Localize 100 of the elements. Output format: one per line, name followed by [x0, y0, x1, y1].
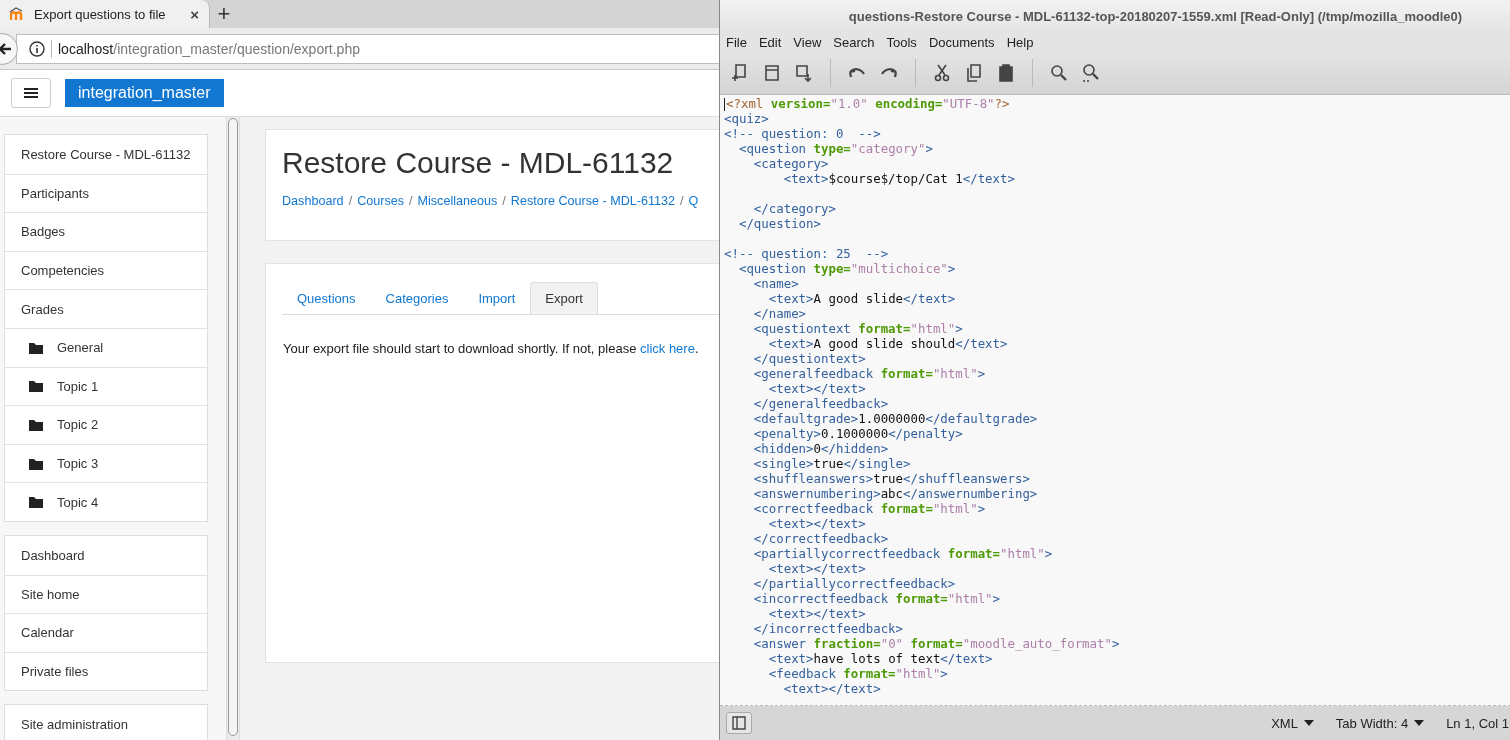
close-tab-button[interactable]: ×	[190, 5, 199, 23]
code-line: <?xml version="1.0" encoding="UTF-8"?>	[724, 96, 1011, 111]
code-line: <shuffleanswers>true</shuffleanswers>	[752, 471, 1031, 486]
breadcrumb-link[interactable]: Q	[688, 194, 699, 208]
tab[interactable]: Questions	[282, 282, 371, 314]
breadcrumb-link[interactable]: Dashboard	[282, 194, 344, 208]
nav-item[interactable]: Calendar	[5, 613, 207, 652]
nav-item[interactable]: Badges	[5, 212, 207, 251]
nav-item[interactable]: Topic 3	[5, 443, 207, 483]
code-line: </name>	[752, 306, 808, 321]
breadcrumb-link[interactable]: Restore Course - MDL-61132	[510, 194, 676, 208]
language-dropdown[interactable]: XML	[1271, 715, 1314, 731]
code-line: </correctfeedback>	[752, 531, 890, 546]
folder-icon	[29, 418, 43, 431]
code-line: </questiontext>	[752, 351, 867, 366]
nav-item[interactable]: Topic 2	[5, 405, 207, 444]
code-line: <name>	[752, 276, 800, 291]
code-line: <incorrectfeedback format="html">	[752, 591, 1002, 606]
code-line: <text></text>	[767, 606, 867, 621]
page-title: Restore Course - MDL-61132	[282, 146, 674, 180]
menu-item[interactable]: View	[793, 34, 822, 50]
code-line: <correctfeedback format="html">	[752, 501, 987, 516]
nav-item-label[interactable]: General	[57, 340, 104, 356]
code-line: <text></text>	[767, 381, 867, 396]
nav-item[interactable]: Topic 1	[5, 366, 207, 406]
code-line: <partiallycorrectfeedback format="html">	[752, 546, 1054, 561]
info-icon[interactable]	[29, 40, 45, 57]
site-name-button[interactable]: integration_master	[65, 79, 224, 107]
code-line: <text></text>	[767, 516, 867, 531]
code-line: </question>	[737, 216, 822, 233]
menu-item[interactable]: File	[726, 34, 747, 50]
menu-icon	[24, 87, 38, 99]
scrollbar[interactable]	[226, 117, 240, 740]
nav-item[interactable]: Grades	[5, 289, 207, 328]
side-panel-button[interactable]	[726, 712, 752, 734]
code-line: <quiz>	[724, 111, 770, 126]
browser-tab[interactable]: Export questions to file ×	[0, 0, 210, 28]
code-line: <penalty>0.1000000</penalty>	[752, 426, 964, 441]
nav-item[interactable]: General	[5, 327, 207, 367]
nav-item[interactable]: Restore Course - MDL-61132	[5, 135, 207, 174]
code-line: <defaultgrade>1.0000000</defaultgrade>	[752, 411, 1039, 426]
code-line: <text></text>	[767, 561, 867, 576]
nav-item[interactable]: Topic 4	[5, 482, 207, 521]
folder-icon	[29, 457, 43, 470]
nav-item-label[interactable]: Topic 1	[57, 378, 99, 394]
menu-item[interactable]: Documents	[928, 34, 995, 50]
code-line: </incorrectfeedback>	[752, 621, 905, 636]
click-here-link[interactable]: click here	[640, 341, 695, 356]
tab[interactable]: Export	[530, 282, 598, 314]
tab[interactable]: Categories	[370, 282, 464, 314]
nav-item[interactable]: Private files	[5, 651, 207, 691]
tab-width-dropdown[interactable]: Tab Width: 4	[1335, 715, 1425, 731]
code-line: <hidden>0</hidden>	[752, 441, 890, 456]
code-line: </category>	[752, 201, 837, 216]
code-line: <text>A good slide should</text>	[767, 336, 1009, 351]
breadcrumb-separator: /	[409, 194, 413, 208]
code-line: <questiontext format="html">	[752, 321, 964, 336]
code-line: <question type="category">	[737, 141, 934, 156]
code-line: </generalfeedback>	[752, 396, 890, 411]
code-line: </partiallycorrectfeedback>	[752, 576, 957, 591]
menu-item[interactable]: Tools	[886, 34, 917, 50]
code-line: <!-- question: 25 -->	[724, 246, 890, 261]
code-line: <text>$course$/top/Cat 1</text>	[782, 171, 1016, 188]
nav-item[interactable]: Site home	[5, 574, 207, 614]
code-line: <feedback format="html">	[767, 666, 949, 681]
breadcrumb-separator: /	[680, 194, 684, 208]
code-line: <answer fraction="0" format="moodle_auto_format">	[752, 636, 1121, 651]
code-line: <text></text>	[782, 681, 882, 696]
folder-icon	[29, 380, 43, 393]
back-arrow-icon	[0, 41, 12, 56]
caret-icon	[1303, 720, 1314, 726]
nav-item-label[interactable]: Topic 3	[57, 456, 99, 472]
caret-icon	[1414, 720, 1425, 726]
new-tab-button[interactable]: +	[210, 0, 238, 28]
cursor-position: Ln 1, Col 1	[1446, 715, 1509, 731]
nav-item[interactable]: Competencies	[5, 250, 207, 290]
nav-item-label[interactable]: Topic 2	[57, 417, 99, 433]
menu-item[interactable]: Search	[833, 34, 875, 50]
breadcrumb-link[interactable]: Miscellaneous	[417, 194, 498, 208]
breadcrumb-link[interactable]: Courses	[357, 194, 405, 208]
code-line: <text>A good slide</text>	[767, 291, 957, 306]
folder-icon	[29, 496, 43, 509]
menu-item[interactable]: Edit	[758, 34, 782, 50]
code-line: <text>have lots of text</text>	[767, 651, 994, 666]
tab[interactable]: Import	[463, 282, 531, 314]
menu-item[interactable]: Help	[1006, 34, 1034, 50]
nav-item[interactable]: Participants	[5, 173, 207, 213]
code-line: <!-- question: 0 -->	[724, 126, 882, 141]
code-line: <category>	[752, 156, 830, 171]
nav-item[interactable]: Site administration	[5, 705, 207, 740]
nav-item-label[interactable]: Topic 4	[57, 494, 99, 510]
code-line: <generalfeedback format="html">	[752, 366, 987, 381]
code-line: <question type="multichoice">	[737, 261, 957, 276]
code-line: <single>true</single>	[752, 456, 912, 471]
breadcrumb-separator: /	[502, 194, 506, 208]
folder-icon	[29, 341, 43, 354]
breadcrumb-separator: /	[348, 194, 353, 208]
menu-button[interactable]	[11, 78, 51, 108]
nav-item[interactable]: Dashboard	[5, 535, 207, 575]
address-bar[interactable]: localhost/integration_master/question/export.php	[16, 33, 720, 64]
